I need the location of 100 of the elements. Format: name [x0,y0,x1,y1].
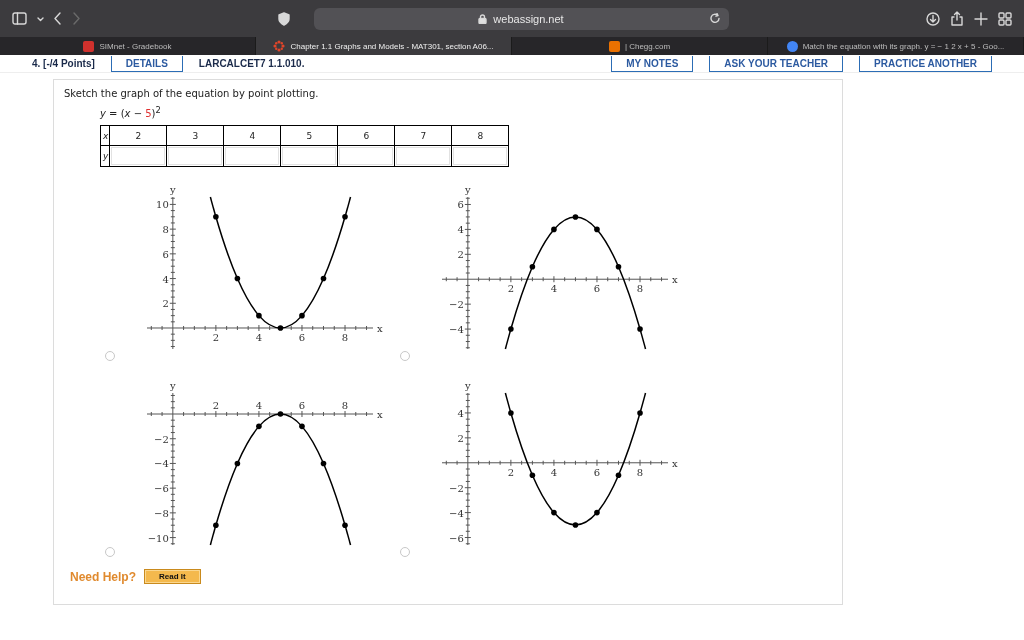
input-field[interactable] [339,147,394,166]
tick-label: 6 [298,400,306,412]
data-point [637,326,643,333]
data-point [277,325,284,332]
data-point [256,313,262,319]
browser-tab[interactable]: Match the equation with its graph. y = − 1 2 x + 5 - Goo... [768,37,1024,55]
table-cell: 7 [394,125,452,146]
tab-title: | Chegg.com [624,41,671,51]
axis-label: x [672,458,678,470]
table-cell: y [100,145,110,167]
download-icon[interactable] [926,11,940,26]
input-field[interactable] [282,147,337,166]
axis-label: y [465,380,471,392]
help-label: Need Help? [70,569,136,584]
browser-tab[interactable]: | Chegg.com [512,37,768,55]
data-point [594,226,600,233]
tick-label: 2 [212,400,220,412]
radio-button[interactable] [105,351,115,362]
radio-button[interactable] [400,351,410,362]
axis-label: y [170,184,176,196]
action-button[interactable]: MY NOTES [611,55,694,72]
axis-label: x [672,274,678,286]
action-button[interactable]: PRACTICE ANOTHER [859,55,992,72]
radio-button[interactable] [105,547,115,558]
tick-label: 4 [457,408,464,420]
tick-label: 4 [550,467,558,479]
tick-label: 4 [162,273,169,285]
read-it-button[interactable]: Read It [144,569,201,585]
details-button[interactable]: DETAILS [110,55,183,72]
tick-label: 6 [162,249,169,261]
data-point [615,472,622,479]
table-cell: 8 [451,125,509,146]
data-point [551,510,557,516]
chevron-down-icon[interactable] [37,15,44,22]
tab-overview-icon[interactable] [998,11,1012,26]
data-point [277,411,284,418]
data-point [342,214,348,220]
data-point [213,214,219,220]
tick-label: −8 [154,508,169,520]
tick-label: 2 [507,467,515,479]
tick-label: 10 [156,199,169,211]
data-point [320,276,327,282]
tick-label: 2 [457,249,464,261]
table-cell: 5 [280,125,338,146]
tick-label: 6 [298,332,306,344]
back-icon[interactable] [54,12,62,25]
tick-label: −2 [154,434,169,446]
input-field[interactable] [453,147,508,166]
table-cell: 6 [337,125,395,146]
tick-label: 6 [593,283,601,295]
action-button[interactable]: ASK YOUR TEACHER [709,55,844,72]
axis-label: x [377,323,383,335]
data-point [637,410,643,417]
tick-label: 8 [341,400,349,412]
data-point [342,522,348,529]
radio-button[interactable] [400,547,410,558]
table-cell: 4 [223,125,281,146]
axis-label: y [465,184,471,196]
tick-label: 8 [636,283,644,295]
tick-label: −6 [449,532,464,544]
tick-label: −4 [154,458,169,470]
share-icon[interactable] [950,11,964,26]
data-point [299,423,305,430]
input-field[interactable] [396,147,451,166]
data-point [508,326,514,333]
data-point [299,313,305,319]
data-point [320,460,327,467]
tick-label: 8 [341,332,349,344]
tick-label: −6 [154,483,169,495]
data-point [529,472,536,479]
question-code: LARCALCET7 1.1.010. [198,58,305,69]
input-field[interactable] [225,147,280,166]
data-point [256,423,262,430]
sidebar-icon[interactable] [12,11,27,26]
prompt-text: Sketch the graph of the equation by point plotting. [64,88,320,99]
input-field[interactable] [168,147,223,166]
tick-label: 2 [457,433,464,445]
tick-label: 2 [212,332,220,344]
tick-label: 2 [162,298,169,310]
address-bar[interactable]: webassign.net [313,7,729,30]
data-point [572,214,579,221]
tab-title: SIMnet - Gradebook [99,41,172,51]
tick-label: 8 [636,467,644,479]
data-point [594,510,600,516]
data-point [234,460,241,467]
data-point [615,264,622,270]
reload-icon[interactable] [709,12,721,24]
axis-label: x [377,409,383,421]
tick-label: 4 [550,283,558,295]
browser-tab[interactable]: Chapter 1.1 Graphs and Models - MAT301, section A06... [256,37,512,55]
points-label: 4. [-/4 Points] [32,58,95,69]
tick-label: 8 [162,224,169,236]
shield-icon [277,11,290,26]
tick-label: −2 [449,483,464,494]
plus-icon[interactable] [974,11,988,26]
tick-label: 4 [457,224,464,236]
input-field[interactable] [111,147,166,166]
data-point [572,522,579,529]
axis-label: y [170,380,176,392]
tick-label: 6 [457,199,464,211]
